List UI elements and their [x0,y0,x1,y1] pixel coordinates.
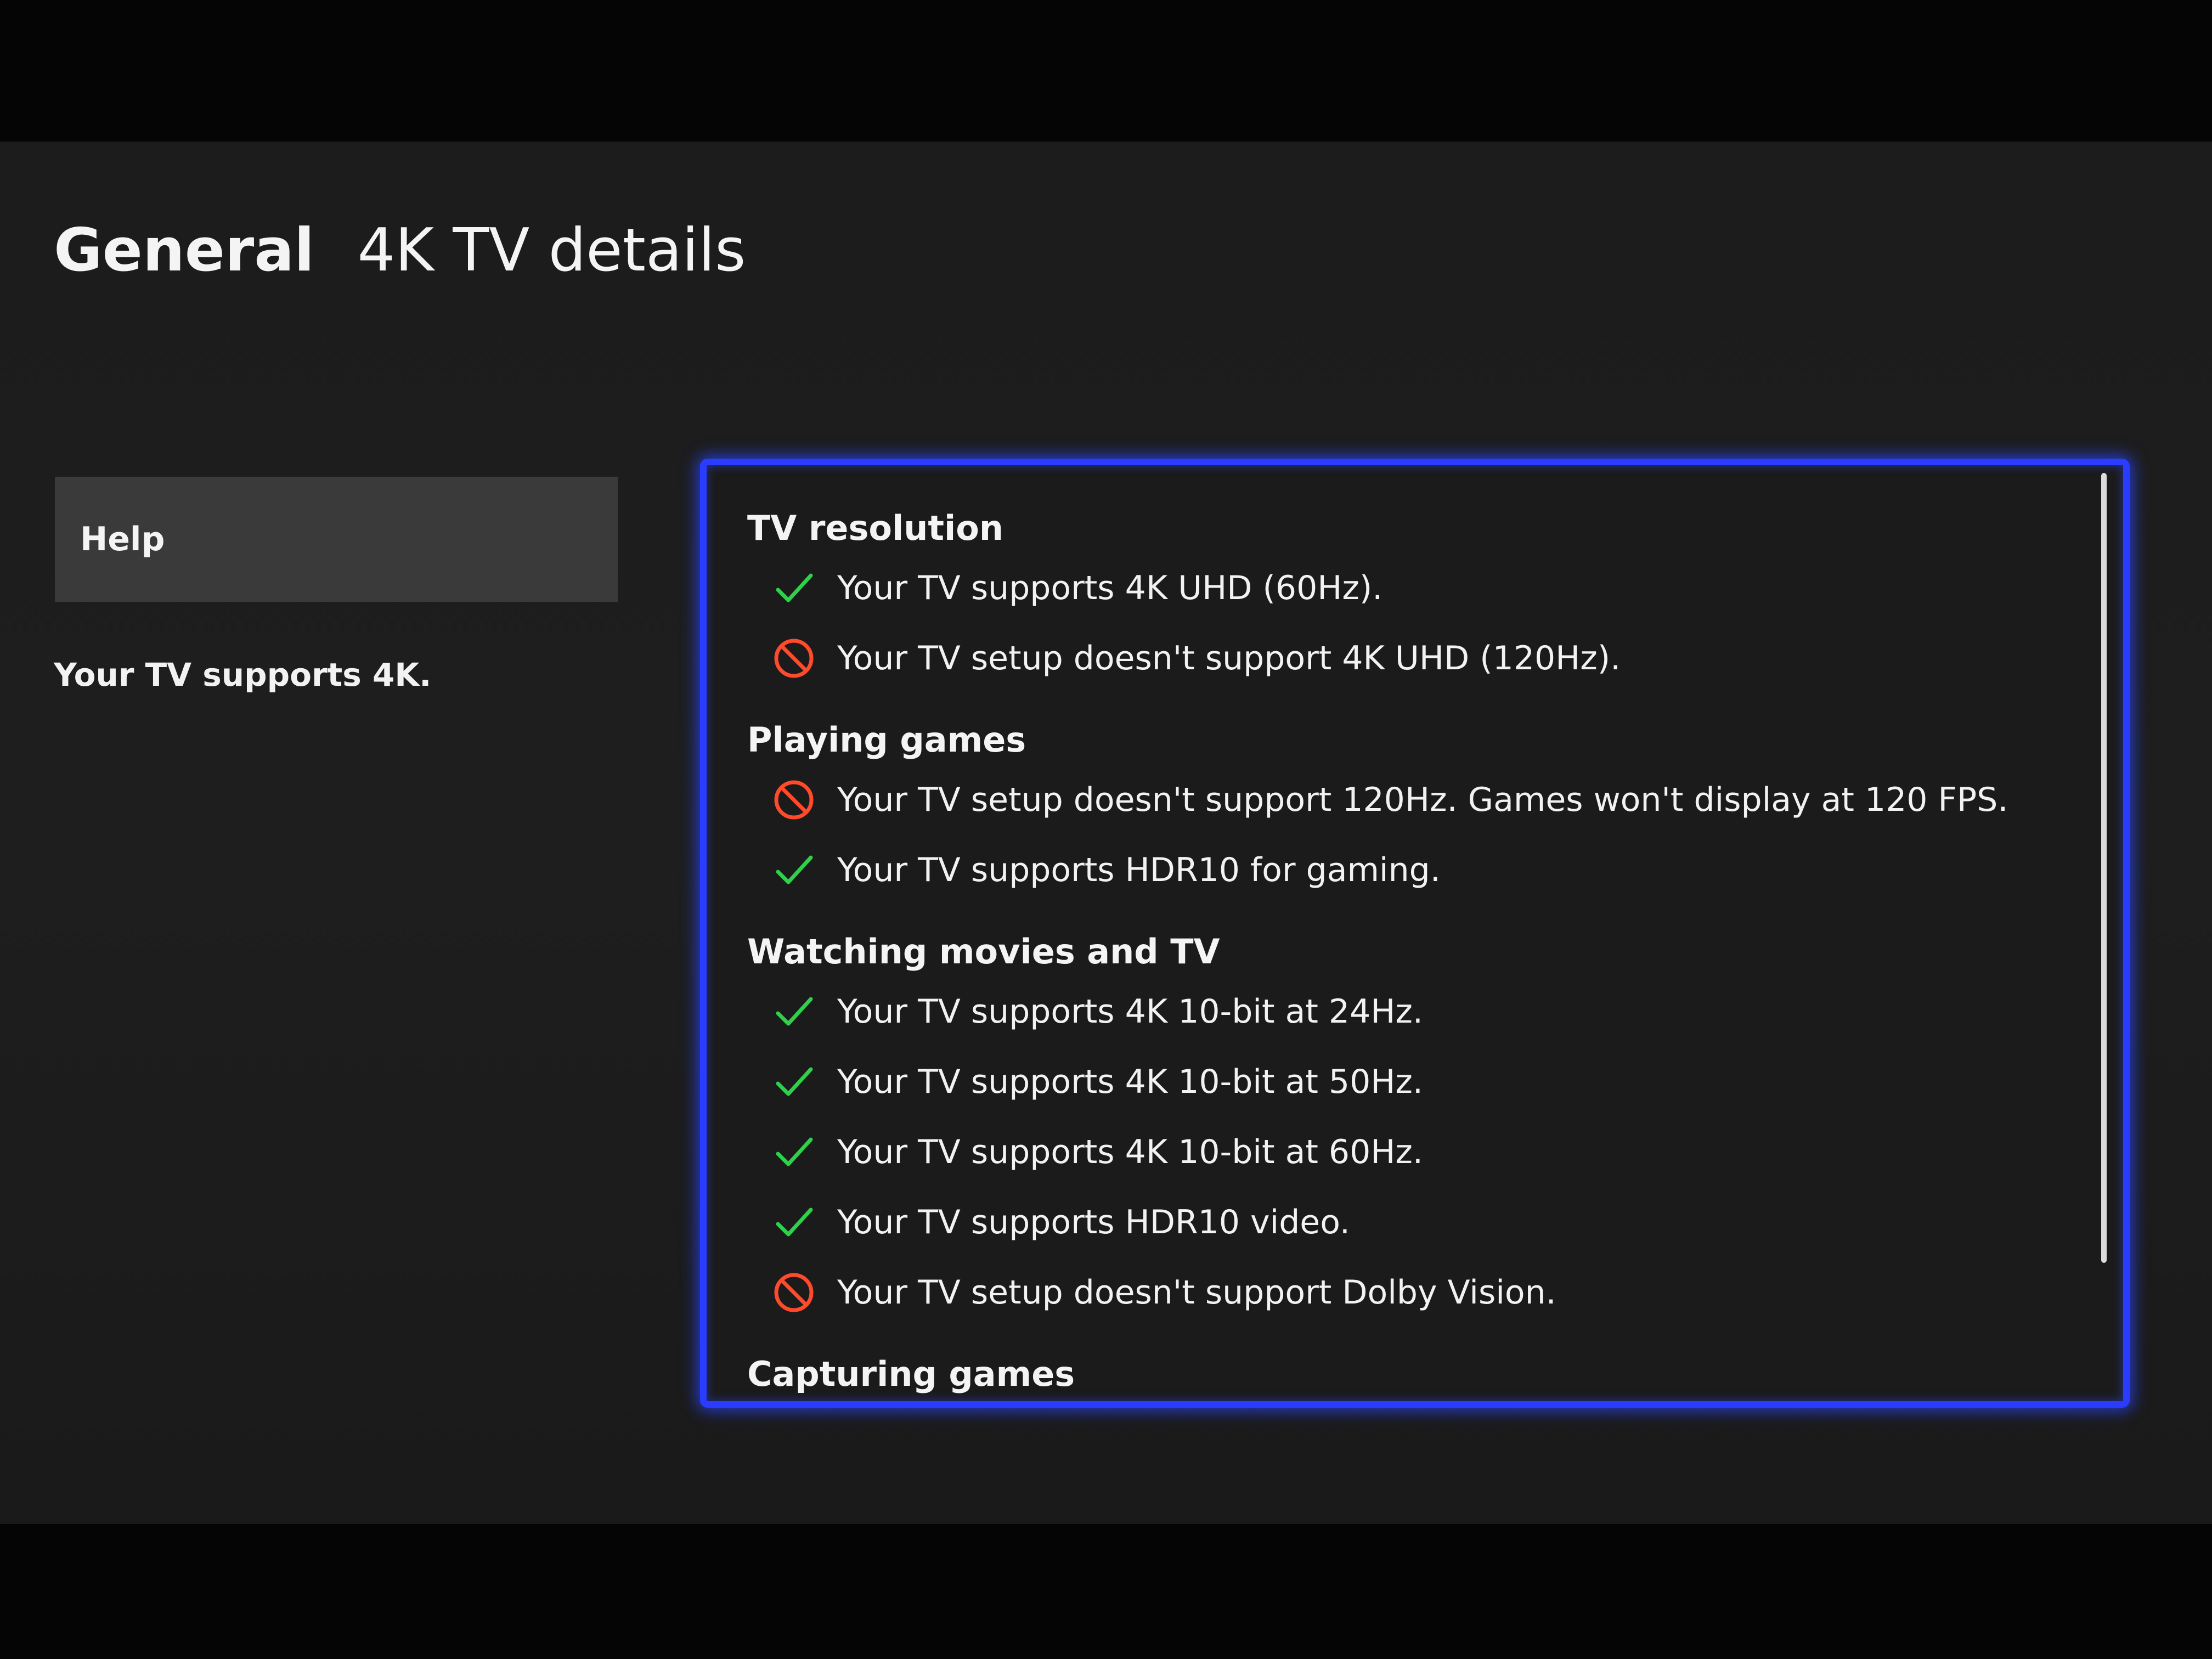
check-icon [776,1137,813,1166]
not-supported-icon [774,1273,814,1312]
status-text: Your TV setup doesn't support 120Hz. Gam… [837,781,2008,819]
check-icon [776,573,813,602]
status-row: Your TV setup doesn't support 120Hz. Gam… [747,765,2057,835]
supported-status-icon [771,989,837,1034]
status-text: Your TV supports 4K 10-bit at 24Hz. [837,992,1423,1031]
supported-status-icon [771,566,837,611]
check-icon [776,1067,813,1096]
supported-status-icon [771,1200,837,1245]
status-row: Your TV supports HDR10 for gaming. [747,835,2057,905]
status-text: Your TV supports 4K 10-bit at 50Hz. [837,1063,1423,1101]
status-text: Your TV setup doesn't support 4K UHD (12… [837,639,1621,678]
status-text: Your TV supports 4K UHD (60Hz). [837,569,1383,607]
scrollbar[interactable] [2101,473,2107,1263]
status-row: Your TV supports 4K 10-bit at 50Hz. [747,1047,2057,1117]
details-panel[interactable]: TV resolution Your TV supports 4K UHD (60… [700,459,2130,1408]
status-text: Your TV supports HDR10 for gaming. [837,851,1441,889]
help-button-label: Help [80,520,165,558]
status-row: Your TV supports 4K 10-bit at 24Hz. [747,977,2057,1047]
supported-status-icon [771,1059,837,1104]
status-row: Your TV setup doesn't support 4K UHD (12… [747,623,2057,693]
section-title: General [54,216,315,285]
status-row: Your TV setup doesn't support Dolby Visi… [747,1257,2057,1328]
supported-status-icon [771,848,837,893]
check-icon [776,855,813,884]
unsupported-status-icon [771,777,837,822]
unsupported-status-icon [771,636,837,681]
page-header: General 4K TV details [54,221,746,280]
section-header: TV resolution [747,508,1003,548]
section-header: Playing games [747,720,1026,760]
page-title: 4K TV details [357,216,746,285]
supported-status-icon [771,1130,837,1175]
not-supported-icon [774,780,814,820]
status-text: Your TV setup doesn't support Dolby Visi… [837,1273,1556,1312]
section-header: Watching movies and TV [747,932,1220,972]
section-header: Capturing games [747,1354,1075,1394]
status-row: Your TV supports HDR10 video. [747,1187,2057,1257]
status-row: Your TV supports 4K UHD (60Hz). [747,553,2057,623]
check-icon [776,1207,813,1237]
check-icon [776,997,813,1026]
status-row: Your TV supports 4K 10-bit at 60Hz. [747,1117,2057,1187]
status-text: Your TV supports HDR10 video. [837,1203,1350,1242]
help-button[interactable]: Help [55,477,618,602]
tv-support-summary: Your TV supports 4K. [54,656,432,693]
unsupported-status-icon [771,1270,837,1315]
status-text: Your TV supports 4K 10-bit at 60Hz. [837,1133,1423,1171]
not-supported-icon [774,639,814,678]
tv-screen: General 4K TV details Help Your TV suppo… [0,142,2212,1524]
details-list: TV resolution Your TV supports 4K UHD (60… [747,504,2057,1399]
